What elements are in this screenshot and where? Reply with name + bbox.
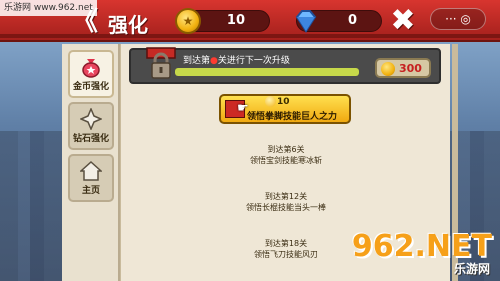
upgrade-cost-value: 10 bbox=[277, 97, 290, 107]
home-icon bbox=[79, 160, 103, 182]
upgrade-skill-label: 领悟拳脚技能巨人之力 bbox=[247, 112, 338, 122]
money-bag-icon bbox=[80, 56, 102, 78]
close-button[interactable]: ✖ bbox=[388, 6, 418, 36]
tab-gold-upgrade[interactable]: 金币强化 bbox=[68, 50, 114, 98]
milestone-level: 到达第12关 bbox=[264, 192, 308, 201]
tab-home[interactable]: 主页 bbox=[68, 154, 114, 202]
milestone-skill: 领悟宝剑技能寒冰斩 bbox=[250, 156, 322, 165]
gold-coin-icon: ★ bbox=[175, 8, 201, 34]
progress-text-before: 到达第 bbox=[183, 56, 211, 66]
progress-text-after: 关进行下一次升级 bbox=[217, 56, 290, 66]
milestone-item: 到达第12关 领悟长棍技能当头一棒 bbox=[121, 191, 451, 213]
tab-home-label: 主页 bbox=[81, 186, 100, 196]
gold-counter: ★ 10 bbox=[175, 8, 270, 34]
diamond-counter: 0 bbox=[293, 8, 382, 34]
progress-text: 到达第●关进行下一次升级 bbox=[183, 56, 290, 66]
page-title: 强化 bbox=[108, 13, 148, 37]
diamond-star-icon bbox=[79, 107, 103, 131]
tab-diamond-upgrade[interactable]: 钻石强化 bbox=[68, 102, 114, 150]
gold-value: 10 bbox=[226, 13, 245, 28]
upgrade-skill-button[interactable]: ☛ 10 领悟拳脚技能巨人之力 bbox=[219, 94, 351, 124]
tab-diamond-upgrade-label: 钻石强化 bbox=[72, 134, 109, 144]
gold-coin-icon bbox=[381, 62, 395, 76]
watermark-text: 乐游网 bbox=[453, 262, 490, 276]
system-menu-button[interactable]: ··· ◎ bbox=[430, 8, 486, 30]
level-progress-bar: 到达第●关进行下一次升级 300 bbox=[129, 47, 441, 84]
gold-coin-icon bbox=[265, 96, 276, 107]
lock-icon bbox=[145, 44, 177, 82]
progress-track bbox=[175, 68, 359, 76]
sidebar: 金币强化 钻石强化 主页 bbox=[62, 44, 120, 281]
milestone-item: 到达第6关 领悟宝剑技能寒冰斩 bbox=[121, 144, 451, 166]
tab-gold-upgrade-label: 金币强化 bbox=[72, 82, 109, 92]
diamond-value: 0 bbox=[347, 13, 357, 28]
site-watermark: 962.NET 乐游网 bbox=[352, 229, 496, 277]
milestone-level: 到达第6关 bbox=[267, 145, 305, 154]
site-badge: 乐游网 www.962.net bbox=[0, 0, 97, 16]
level-cost-button[interactable]: 300 bbox=[375, 58, 431, 78]
milestone-skill: 领悟长棍技能当头一棒 bbox=[246, 203, 326, 212]
level-cost-value: 300 bbox=[399, 62, 422, 75]
watermark-logo: 962.NET bbox=[351, 229, 492, 264]
progress-fill bbox=[175, 68, 359, 76]
diamond-icon bbox=[293, 8, 319, 34]
